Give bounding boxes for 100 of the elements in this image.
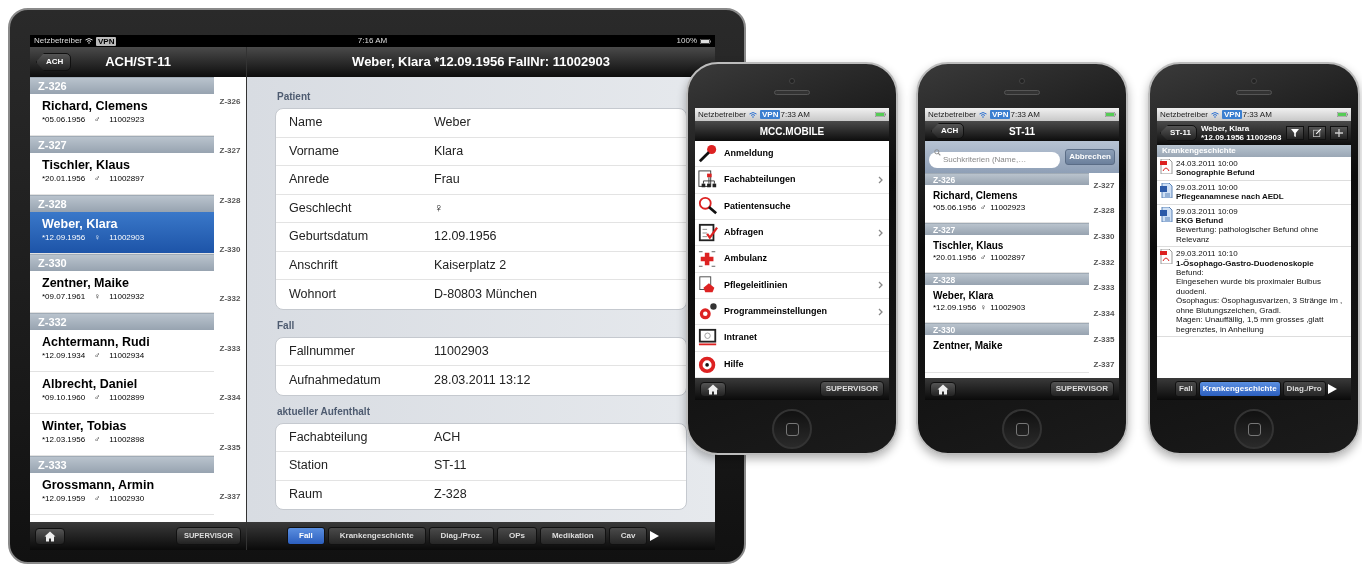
- supervisor-button[interactable]: SUPERVISOR: [1049, 381, 1114, 397]
- menu-item[interactable]: Programmeinstellungen: [695, 298, 889, 326]
- case-number: 11002903: [109, 232, 145, 244]
- back-button[interactable]: ST-11: [1160, 125, 1197, 141]
- menu-item[interactable]: Intranet: [695, 325, 889, 352]
- tab[interactable]: Diag./Pro: [1282, 381, 1326, 397]
- index-label[interactable]: Z-337: [1093, 359, 1115, 372]
- index-label[interactable]: Z-332: [1093, 256, 1115, 269]
- field-label: Aufnahmedatum: [289, 371, 382, 389]
- nav-title: ST-11: [1008, 124, 1036, 139]
- back-button[interactable]: ACH: [931, 123, 965, 139]
- field-value: Kaiserplatz 2: [434, 256, 507, 274]
- entry-text: Befund:: [1176, 268, 1205, 278]
- filter-button[interactable]: [1286, 126, 1304, 140]
- camera-lens: [1019, 77, 1025, 84]
- menu-item[interactable]: Ambulanz: [695, 246, 889, 273]
- clock-time: 7:33 AM: [1010, 109, 1040, 119]
- menu-item[interactable]: Hilfe: [695, 351, 889, 378]
- carrier-name: Netzbetreiber: [34, 35, 83, 47]
- case-number: 11002897: [990, 252, 1026, 263]
- tab[interactable]: Medikation: [539, 527, 606, 545]
- home-hardware-button[interactable]: [772, 409, 812, 449]
- index-label[interactable]: Z-337: [219, 491, 241, 504]
- home-icon: [707, 383, 719, 395]
- history-entry[interactable]: 24.03.2011 10:00 Sonographie Befund: [1157, 157, 1351, 181]
- sex-symbol: ♂: [94, 434, 101, 446]
- index-label[interactable]: Z-333: [1093, 282, 1115, 295]
- index-label[interactable]: Z-327: [219, 145, 241, 158]
- wifi-icon: [1211, 111, 1220, 118]
- index-label[interactable]: Z-334: [1093, 307, 1115, 320]
- group-header: aktueller Aufenthalt: [276, 404, 371, 419]
- field-label: Anschrift: [289, 256, 339, 274]
- vpn-badge: VPN: [760, 110, 781, 119]
- history-entry[interactable]: [1157, 247, 1351, 337]
- field-label: Anrede: [289, 171, 331, 189]
- gears-icon: [698, 301, 718, 322]
- entry-date: 29.03.2011 10:00: [1176, 182, 1239, 193]
- home-icon: [937, 383, 949, 395]
- menu-label: Hilfe: [724, 357, 745, 371]
- tab[interactable]: Krankengeschichte: [327, 527, 426, 545]
- menu-item[interactable]: Anmeldung: [695, 141, 889, 168]
- field-label: Geburtsdatum: [289, 228, 370, 246]
- home-button[interactable]: [930, 381, 956, 397]
- sex-symbol: ♀: [980, 302, 987, 313]
- birth-date: *09.07.1961: [42, 291, 86, 303]
- patient-name: Weber, Klara: [42, 216, 119, 232]
- entry-title: 1-Ösophago-Gastro-Duodenoskopie: [1176, 258, 1315, 269]
- birth-date: *09.10.1960: [42, 392, 86, 404]
- menu-item[interactable]: Abfragen: [695, 220, 889, 247]
- history-entry[interactable]: 29.03.2011 10:09 EKG Befund Bewertung: pathologischer Befund ohne Relevanz: [1157, 204, 1351, 248]
- sex-symbol: ♂: [94, 493, 101, 505]
- menu-item[interactable]: Pflegeleitlinien: [695, 272, 889, 299]
- index-label[interactable]: Z-333: [219, 342, 241, 355]
- carrier-name: Netzbetreiber: [698, 108, 747, 121]
- tab[interactable]: OPs: [496, 527, 537, 545]
- tab[interactable]: Fall: [1175, 381, 1197, 397]
- patient-name: Tischler, Klaus: [42, 157, 131, 173]
- index-label[interactable]: Z-332: [219, 293, 241, 306]
- entry-title: Sonographie Befund: [1176, 168, 1255, 178]
- menu-item[interactable]: Patientensuche: [695, 193, 889, 220]
- home-hardware-button[interactable]: [1234, 409, 1274, 449]
- index-label[interactable]: Z-326: [219, 95, 241, 108]
- wifi-icon: [979, 111, 988, 118]
- field-value: Frau: [434, 171, 460, 189]
- index-label[interactable]: Z-330: [1093, 231, 1115, 244]
- edit-button[interactable]: [1308, 126, 1326, 140]
- index-label[interactable]: Z-328: [1093, 205, 1115, 218]
- entry-date: 29.03.2011 10:09: [1176, 206, 1239, 217]
- back-button[interactable]: ACH: [36, 53, 72, 71]
- case-number: 11002932: [109, 291, 145, 303]
- patient-name: Grossmann, Armin: [42, 477, 156, 493]
- home-button[interactable]: [35, 527, 65, 545]
- speaker-grille: [1004, 89, 1040, 95]
- index-label[interactable]: Z-327: [1093, 179, 1115, 192]
- add-button[interactable]: [1330, 126, 1348, 140]
- tab[interactable]: Cav: [608, 527, 648, 545]
- section-header: Z-326: [925, 173, 1089, 185]
- index-label[interactable]: Z-335: [219, 441, 241, 454]
- index-label[interactable]: Z-328: [219, 194, 241, 207]
- menu-label: Pflegeleitlinien: [724, 278, 789, 292]
- play-arrow-icon[interactable]: [650, 531, 660, 541]
- history-entry[interactable]: 29.03.2011 10:00 Pflegeanamnese nach AEDL: [1157, 180, 1351, 205]
- birth-date: *05.06.1956: [933, 202, 977, 213]
- index-label[interactable]: Z-334: [219, 392, 241, 405]
- home-hardware-button[interactable]: [1002, 409, 1042, 449]
- tab[interactable]: Diag./Proz.: [428, 527, 494, 545]
- menu-item[interactable]: Fachabteilungen: [695, 167, 889, 194]
- home-button[interactable]: [700, 381, 726, 397]
- tab[interactable]: Fall: [287, 527, 325, 545]
- patient-row[interactable]: Weber, Klara *12.09.1956 ♀ 11002903: [30, 212, 214, 254]
- section-header: Z-333: [30, 456, 214, 473]
- tab[interactable]: Krankengeschichte: [1198, 381, 1281, 397]
- field-value: 11002903: [434, 342, 489, 360]
- search-field[interactable]: Suchkriterien (Name,…: [929, 151, 1061, 168]
- field-label: Station: [289, 457, 329, 475]
- play-arrow-icon[interactable]: [1327, 384, 1337, 394]
- supervisor-button[interactable]: SUPERVISOR: [819, 381, 884, 397]
- index-label[interactable]: Z-335: [1093, 333, 1115, 346]
- index-label[interactable]: Z-330: [219, 244, 241, 257]
- plus-icon: [1335, 129, 1343, 137]
